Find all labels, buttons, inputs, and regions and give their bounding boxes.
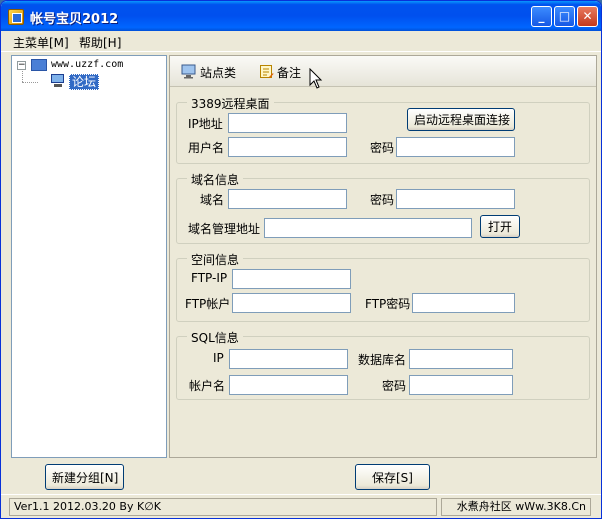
group-domain: 域名信息 域名 密码 域名管理地址 打开: [176, 171, 590, 244]
domain-admin-url-label: 域名管理地址: [188, 222, 261, 236]
rdp-ip-label: IP地址: [188, 117, 223, 131]
sql-password-label: 密码: [382, 379, 407, 393]
rdp-user-label: 用户名: [188, 141, 225, 155]
menu-help[interactable]: 帮助[H]: [79, 34, 121, 51]
sql-account-input[interactable]: [229, 375, 348, 395]
ftp-ip-label: FTP-IP: [191, 271, 228, 285]
rdp-ip-input[interactable]: [228, 113, 347, 133]
tab-notes[interactable]: 备注: [277, 64, 301, 81]
rdp-password-label: 密码: [370, 141, 395, 155]
rdp-password-input[interactable]: [396, 137, 515, 157]
domain-input[interactable]: [228, 189, 347, 209]
connect-remote-desktop-button[interactable]: 启动远程桌面连接: [407, 108, 515, 131]
ftp-user-label: FTP帐户: [185, 297, 231, 311]
domain-label: 域名: [200, 193, 225, 207]
save-button[interactable]: 保存[S]: [355, 464, 430, 490]
version-status: Ver1.1 2012.03.20 By K∅K: [9, 498, 437, 516]
close-button[interactable]: ✕: [577, 6, 598, 27]
monitor-icon: [181, 64, 196, 79]
ftp-password-label: FTP密码: [365, 297, 411, 311]
menu-main[interactable]: 主菜单[M]: [13, 34, 69, 51]
group-sql-title: SQL信息: [187, 329, 243, 346]
sql-account-label: 帐户名: [189, 379, 226, 393]
collapse-icon[interactable]: −: [17, 61, 26, 70]
menu-bar: 主菜单[M] 帮助[H]: [1, 31, 601, 52]
sql-db-name-input[interactable]: [409, 349, 513, 369]
group-rdp-title: 3389远程桌面: [187, 95, 274, 112]
tree-connector: [22, 82, 38, 83]
detail-panel: 站点类 备注 3389远程桌面 IP地址 启动远程桌面连接 用户名 密码 域名信…: [169, 55, 597, 458]
sql-ip-label: IP: [213, 351, 224, 365]
mouse-pointer-icon: [309, 68, 323, 89]
ftp-ip-input[interactable]: [232, 269, 351, 289]
folder-icon: [31, 59, 47, 71]
domain-password-input[interactable]: [396, 189, 515, 209]
ftp-password-input[interactable]: [412, 293, 515, 313]
rdp-user-input[interactable]: [228, 137, 347, 157]
tree-child-item-selected[interactable]: 论坛: [69, 74, 100, 90]
maximize-button[interactable]: □: [554, 6, 575, 27]
app-icon: [8, 9, 24, 25]
sql-password-input[interactable]: [409, 375, 513, 395]
community-status: 水煮舟社区 wWw.3K8.Cn: [441, 498, 591, 516]
category-toolbar: 站点类 备注: [170, 56, 596, 89]
sql-db-name-label: 数据库名: [358, 353, 407, 367]
group-sql: SQL信息 IP 数据库名 帐户名 密码: [176, 329, 590, 400]
tree-connector: [22, 68, 23, 82]
group-space-title: 空间信息: [187, 251, 244, 268]
title-bar[interactable]: 帐号宝贝2012 _ □ ✕: [1, 1, 601, 31]
minimize-button[interactable]: _: [531, 6, 552, 27]
group-space: 空间信息 FTP-IP FTP帐户 FTP密码: [176, 251, 590, 322]
open-url-button[interactable]: 打开: [480, 215, 520, 238]
tree-root-item[interactable]: www.uzzf.com: [51, 59, 123, 70]
group-domain-title: 域名信息: [187, 171, 244, 188]
domain-password-label: 密码: [370, 193, 395, 207]
status-bar: Ver1.1 2012.03.20 By K∅K 水煮舟社区 wWw.3K8.C…: [1, 494, 601, 518]
notepad-icon: [260, 65, 274, 78]
window-title: 帐号宝贝2012: [30, 12, 119, 27]
ftp-user-input[interactable]: [232, 293, 351, 313]
domain-admin-url-input[interactable]: [264, 218, 472, 238]
new-group-button[interactable]: 新建分组[N]: [45, 464, 124, 490]
tab-site-category[interactable]: 站点类: [200, 64, 236, 81]
group-rdp: 3389远程桌面 IP地址 启动远程桌面连接 用户名 密码: [176, 95, 590, 164]
computer-icon: [50, 74, 66, 88]
sql-ip-input[interactable]: [229, 349, 348, 369]
group-tree[interactable]: − www.uzzf.com 论坛: [11, 55, 167, 458]
main-window: 帐号宝贝2012 _ □ ✕ 主菜单[M] 帮助[H] − www.uzzf.c…: [0, 0, 602, 519]
